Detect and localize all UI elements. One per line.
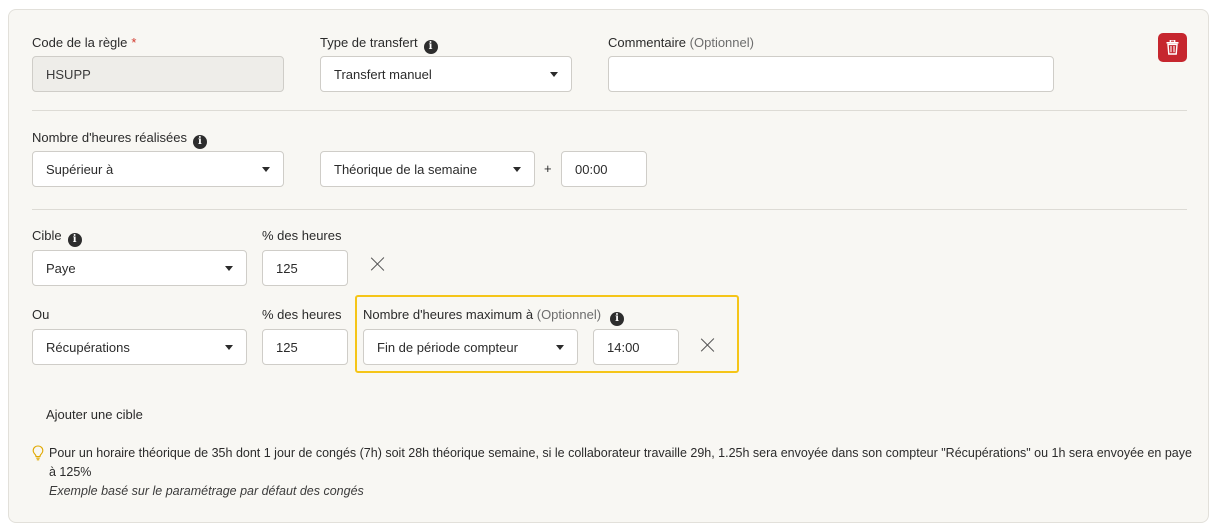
percent-label: % des heures [262,228,342,243]
section-divider [32,110,1187,111]
remove-target-button[interactable] [369,255,387,273]
transfer-type-select[interactable]: Transfert manuel [320,56,572,92]
comparator-select[interactable]: Supérieur à [32,151,284,187]
chevron-down-icon [556,344,564,350]
rule-card: Code de la règle * HSUPP Type de transfer… [8,9,1209,523]
info-note: Pour un horaire théorique de 35h dont 1 … [49,444,1194,501]
chevron-down-icon [513,166,521,172]
add-target-button[interactable]: Ajouter une cible [46,407,143,422]
info-icon[interactable]: i [67,233,82,247]
target-select[interactable]: Paye [32,250,247,286]
note-example: Exemple basé sur le paramétrage par défa… [49,484,364,498]
rule-code-field[interactable]: HSUPP [32,56,284,92]
chevron-down-icon [225,344,233,350]
chevron-down-icon [262,166,270,172]
trash-icon [1166,40,1179,55]
remove-alt-target-button[interactable] [699,336,717,354]
target-label: Cible i [32,228,82,247]
info-icon[interactable]: i [423,40,438,54]
alt-target-select[interactable]: Récupérations [32,329,247,365]
transfer-type-label: Type de transfert i [320,35,438,54]
plus-sign: + [544,161,552,176]
info-icon[interactable]: i [192,135,207,149]
hours-done-label: Nombre d'heures réalisées i [32,130,207,149]
max-hours-label: Nombre d'heures maximum à (Optionnel) i [363,307,625,326]
comment-label: Commentaire (Optionnel) [608,35,754,50]
info-icon[interactable]: i [610,312,625,326]
chevron-down-icon [225,265,233,271]
note-text: Pour un horaire théorique de 35h dont 1 … [49,446,1192,479]
reference-select[interactable]: Théorique de la semaine [320,151,535,187]
chevron-down-icon [550,71,558,77]
section-divider [32,209,1187,210]
percent-field[interactable]: 125 [262,250,348,286]
lightbulb-icon [32,445,44,461]
percent-field[interactable]: 125 [262,329,348,365]
delete-rule-button[interactable] [1158,33,1187,62]
comment-field[interactable] [608,56,1054,92]
alt-target-label: Ou [32,307,50,322]
max-hours-field[interactable]: 14:00 [593,329,679,365]
percent-label: % des heures [262,307,342,322]
rule-code-label: Code de la règle * [32,35,137,50]
max-period-select[interactable]: Fin de période compteur [363,329,578,365]
offset-field[interactable]: 00:00 [561,151,647,187]
